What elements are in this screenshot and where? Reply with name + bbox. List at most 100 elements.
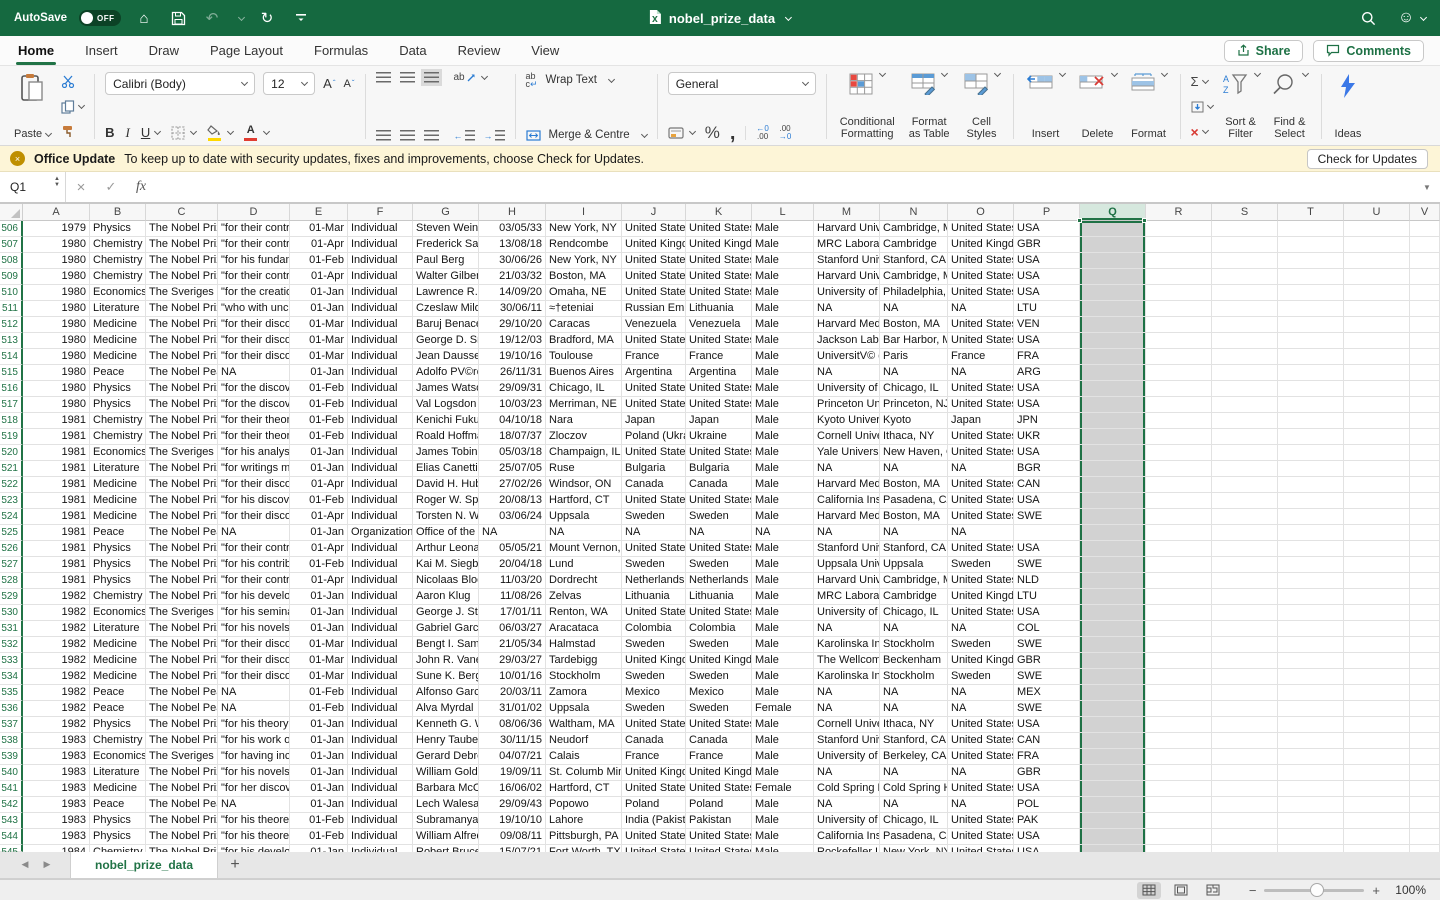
cell-V517[interactable]	[1410, 397, 1440, 413]
cell-V521[interactable]	[1410, 461, 1440, 477]
align-bottom-icon[interactable]	[420, 69, 442, 86]
cell-V534[interactable]	[1410, 669, 1440, 685]
delete-cells-button[interactable]: Delete	[1076, 69, 1120, 141]
cell-A545[interactable]: 1984	[23, 845, 90, 852]
cell-U530[interactable]	[1344, 605, 1410, 621]
cell-T529[interactable]	[1278, 589, 1344, 605]
cell-A518[interactable]: 1981	[23, 413, 90, 429]
cell-G528[interactable]: Nicolaas Bloembergen	[413, 573, 479, 589]
cell-L540[interactable]: Male	[752, 765, 814, 781]
cell-S525[interactable]	[1212, 525, 1278, 541]
cell-J538[interactable]: Canada	[622, 733, 686, 749]
cell-I536[interactable]: Uppsala	[546, 701, 622, 717]
cell-N512[interactable]: Boston, MA	[880, 317, 948, 333]
cell-F539[interactable]: Individual	[348, 749, 413, 765]
cell-O506[interactable]: United States of America	[948, 221, 1014, 237]
cell-E522[interactable]: 01-Apr	[290, 477, 348, 493]
fill-color-button[interactable]	[207, 124, 221, 141]
cell-P507[interactable]: GBR	[1014, 237, 1080, 253]
cell-H533[interactable]: 29/03/27	[479, 653, 546, 669]
cell-P535[interactable]: MEX	[1014, 685, 1080, 701]
italic-button[interactable]: I	[126, 125, 130, 141]
cell-Q528[interactable]	[1080, 573, 1146, 589]
cell-Q540[interactable]	[1080, 765, 1146, 781]
cell-F540[interactable]: Individual	[348, 765, 413, 781]
cell-O535[interactable]: NA	[948, 685, 1014, 701]
page-break-view-button[interactable]	[1201, 882, 1225, 899]
cell-Q509[interactable]	[1080, 269, 1146, 285]
cell-E507[interactable]: 01-Apr	[290, 237, 348, 253]
cell-L521[interactable]: Male	[752, 461, 814, 477]
cell-M538[interactable]: Stanford University	[814, 733, 880, 749]
cell-O513[interactable]: United States of America	[948, 333, 1014, 349]
cell-P533[interactable]: GBR	[1014, 653, 1080, 669]
cell-K534[interactable]: Sweden	[686, 669, 752, 685]
cell-N541[interactable]: Cold Spring Harbor, NY	[880, 781, 948, 797]
cell-E539[interactable]: 01-Jan	[290, 749, 348, 765]
comments-button[interactable]: Comments	[1313, 39, 1424, 62]
row-header-526[interactable]: 526	[0, 541, 23, 557]
cell-D522[interactable]: "for their discoveries concerning	[218, 477, 290, 493]
find-select-button[interactable]: Find & Select	[1269, 69, 1311, 141]
cell-U524[interactable]	[1344, 509, 1410, 525]
cell-G517[interactable]: Val Logsdon Fitch	[413, 397, 479, 413]
cell-D541[interactable]: "for her discovery of mobile genetic	[218, 781, 290, 797]
cell-F511[interactable]: Individual	[348, 301, 413, 317]
cell-T515[interactable]	[1278, 365, 1344, 381]
cell-S541[interactable]	[1212, 781, 1278, 797]
cell-G522[interactable]: David H. Hubel	[413, 477, 479, 493]
row-header-533[interactable]: 533	[0, 653, 23, 669]
cell-O518[interactable]: Japan	[948, 413, 1014, 429]
row-header-511[interactable]: 511	[0, 301, 23, 317]
cell-F523[interactable]: Individual	[348, 493, 413, 509]
cell-B510[interactable]: Economics	[90, 285, 146, 301]
cell-F509[interactable]: Individual	[348, 269, 413, 285]
cell-U538[interactable]	[1344, 733, 1410, 749]
cell-L506[interactable]: Male	[752, 221, 814, 237]
cell-N529[interactable]: Cambridge	[880, 589, 948, 605]
cell-L527[interactable]: Male	[752, 557, 814, 573]
cell-J506[interactable]: United States of America	[622, 221, 686, 237]
cell-A513[interactable]: 1980	[23, 333, 90, 349]
cell-I510[interactable]: Omaha, NE	[546, 285, 622, 301]
cell-F515[interactable]: Individual	[348, 365, 413, 381]
column-header-C[interactable]: C	[146, 204, 218, 221]
cell-N523[interactable]: Pasadena, CA	[880, 493, 948, 509]
cell-I527[interactable]: Lund	[546, 557, 622, 573]
cell-V510[interactable]	[1410, 285, 1440, 301]
cell-D512[interactable]: "for their discoveries concerning	[218, 317, 290, 333]
cell-R544[interactable]	[1146, 829, 1212, 845]
cell-H519[interactable]: 18/07/37	[479, 429, 546, 445]
row-header-522[interactable]: 522	[0, 477, 23, 493]
cell-V536[interactable]	[1410, 701, 1440, 717]
row-header-544[interactable]: 544	[0, 829, 23, 845]
cell-F541[interactable]: Individual	[348, 781, 413, 797]
cell-U542[interactable]	[1344, 797, 1410, 813]
undo-menu-chevron-icon[interactable]	[238, 13, 246, 21]
cell-E517[interactable]: 01-Feb	[290, 397, 348, 413]
decrease-font-button[interactable]: Aˇ	[343, 78, 354, 90]
cell-J535[interactable]: Mexico	[622, 685, 686, 701]
cell-G535[interactable]: Alfonso Garcia Robles	[413, 685, 479, 701]
font-color-chevron-icon[interactable]	[263, 128, 271, 136]
cell-D533[interactable]: "for their discoveries concerning	[218, 653, 290, 669]
cell-F535[interactable]: Individual	[348, 685, 413, 701]
column-header-M[interactable]: M	[814, 204, 880, 221]
cell-H513[interactable]: 19/12/03	[479, 333, 546, 349]
cell-O514[interactable]: France	[948, 349, 1014, 365]
cell-S509[interactable]	[1212, 269, 1278, 285]
cell-Q535[interactable]	[1080, 685, 1146, 701]
cell-O543[interactable]: United States of America	[948, 813, 1014, 829]
cell-C520[interactable]: The Sveriges Riksbank Prize in Economic …	[146, 445, 218, 461]
cell-K529[interactable]: Lithuania	[686, 589, 752, 605]
tab-page-layout[interactable]: Page Layout	[208, 37, 285, 64]
cell-M536[interactable]: NA	[814, 701, 880, 717]
cell-S510[interactable]	[1212, 285, 1278, 301]
cell-D545[interactable]: "for his development of	[218, 845, 290, 852]
cell-M510[interactable]: University of Pennsylvania	[814, 285, 880, 301]
cell-J512[interactable]: Venezuela	[622, 317, 686, 333]
cell-P522[interactable]: CAN	[1014, 477, 1080, 493]
cell-O544[interactable]: United States of America	[948, 829, 1014, 845]
cell-S508[interactable]	[1212, 253, 1278, 269]
cell-A512[interactable]: 1980	[23, 317, 90, 333]
